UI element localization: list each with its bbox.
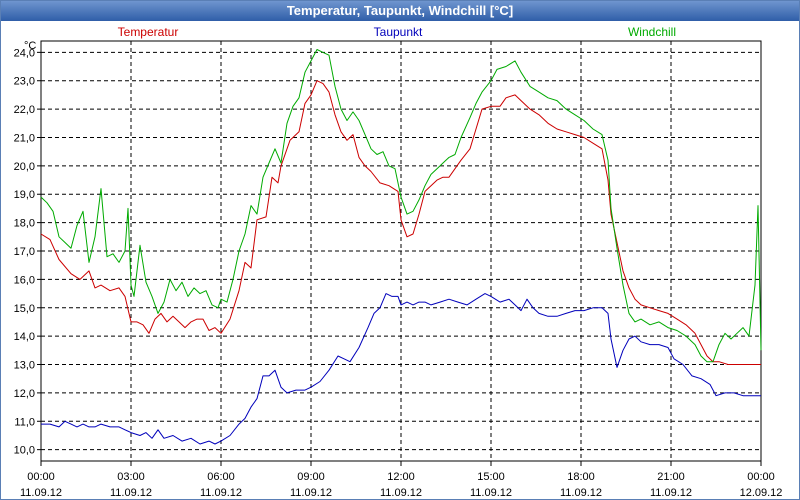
y-tick-label: 18,0 <box>14 218 35 230</box>
y-tick-label: 22,0 <box>14 104 35 116</box>
x-tick-date-label: 11.09.12 <box>470 487 512 499</box>
x-tick-time-label: 09:00 <box>297 471 325 483</box>
x-tick-time-label: 00:00 <box>27 471 55 483</box>
x-tick-date-label: 11.09.12 <box>200 487 242 499</box>
y-tick-label: 13,0 <box>14 360 35 372</box>
y-axis-unit-label: °C <box>24 40 36 52</box>
legend-taupunkt: Taupunkt <box>374 25 423 39</box>
x-tick-date-label: 11.09.12 <box>290 487 332 499</box>
y-tick-label: 20,0 <box>14 161 35 173</box>
y-tick-label: 12,0 <box>14 388 35 400</box>
x-tick-time-label: 03:00 <box>117 471 145 483</box>
legend-temperatur: Temperatur <box>118 25 179 39</box>
x-tick-date-label: 11.09.12 <box>20 487 62 499</box>
x-tick-time-label: 15:00 <box>477 471 505 483</box>
y-tick-label: 16,0 <box>14 274 35 286</box>
x-tick-date-label: 11.09.12 <box>650 487 692 499</box>
x-tick-time-label: 18:00 <box>567 471 595 483</box>
y-tick-label: 15,0 <box>14 303 35 315</box>
legend-windchill: Windchill <box>628 25 676 39</box>
x-tick-time-label: 12:00 <box>387 471 415 483</box>
y-tick-label: 17,0 <box>14 246 35 258</box>
x-tick-date-label: 11.09.12 <box>380 487 422 499</box>
x-tick-date-label: 12.09.12 <box>740 487 783 499</box>
x-tick-time-label: 06:00 <box>207 471 235 483</box>
y-axis-tick-labels: 24,023,022,021,020,019,018,017,016,015,0… <box>14 47 35 456</box>
x-tick-date-label: 11.09.12 <box>560 487 602 499</box>
y-tick-label: 19,0 <box>14 189 35 201</box>
x-tick-time-label: 21:00 <box>657 471 685 483</box>
y-tick-label: 10,0 <box>14 445 35 457</box>
x-tick-time-label: 00:00 <box>747 471 775 483</box>
line-chart: 24,023,022,021,020,019,018,017,016,015,0… <box>14 25 783 499</box>
x-tick-date-label: 11.09.12 <box>110 487 152 499</box>
x-axis-tick-labels: 00:00 11.09.12 03:00 11.09.12 06:00 11.09.12 0… <box>20 471 782 499</box>
y-tick-label: 11,0 <box>14 416 35 428</box>
y-tick-label: 14,0 <box>14 331 35 343</box>
y-tick-label: 23,0 <box>14 76 35 88</box>
y-tick-label: 21,0 <box>14 132 35 144</box>
